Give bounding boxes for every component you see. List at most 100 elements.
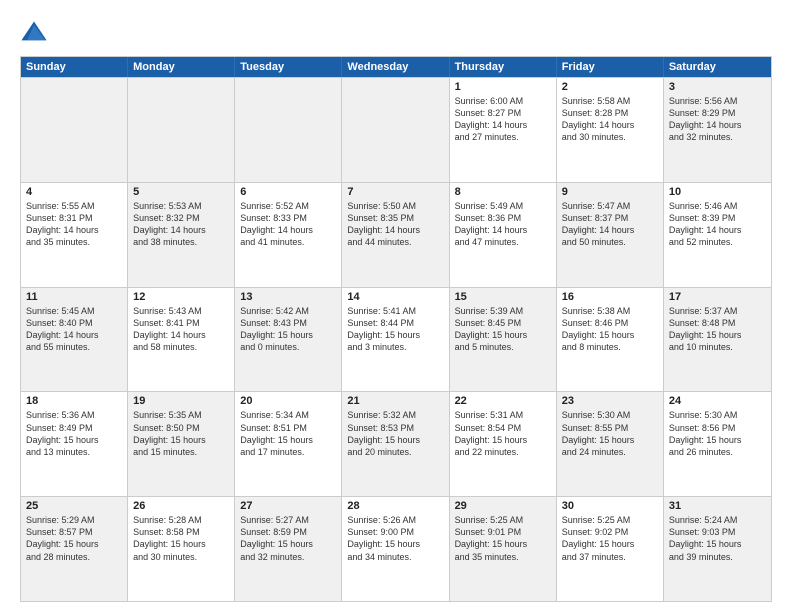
- day-number: 29: [455, 500, 551, 512]
- day-cell-30: 30Sunrise: 5:25 AM Sunset: 9:02 PM Dayli…: [557, 497, 664, 601]
- day-info: Sunrise: 5:38 AM Sunset: 8:46 PM Dayligh…: [562, 305, 658, 354]
- day-info: Sunrise: 5:46 AM Sunset: 8:39 PM Dayligh…: [669, 200, 766, 249]
- empty-cell: [235, 78, 342, 182]
- day-number: 21: [347, 395, 443, 407]
- day-cell-8: 8 Sunrise: 5:49 AM Sunset: 8:36 PM Daylig…: [450, 183, 557, 287]
- day-number: 18: [26, 395, 122, 407]
- day-info: Sunrise: 5:49 AM Sunset: 8:36 PM Dayligh…: [455, 200, 551, 249]
- day-number: 31: [669, 500, 766, 512]
- day-info: Sunrise: 5:45 AM Sunset: 8:40 PM Dayligh…: [26, 305, 122, 354]
- day-cell-22: 22 Sunrise: 5:31 AM Sunset: 8:54 PM Dayli…: [450, 392, 557, 496]
- day-number: 5: [133, 186, 229, 198]
- day-cell-25: 25Sunrise: 5:29 AM Sunset: 8:57 PM Dayli…: [21, 497, 128, 601]
- day-info: Sunrise: 5:29 AM Sunset: 8:57 PM Dayligh…: [26, 514, 122, 563]
- day-cell-23: 23Sunrise: 5:30 AM Sunset: 8:55 PM Dayli…: [557, 392, 664, 496]
- day-cell-24: 24 Sunrise: 5:30 AM Sunset: 8:56 PM Dayli…: [664, 392, 771, 496]
- day-number: 13: [240, 291, 336, 303]
- day-cell-4: 4Sunrise: 5:55 AM Sunset: 8:31 PM Daylig…: [21, 183, 128, 287]
- header-day-friday: Friday: [557, 57, 664, 77]
- day-cell-21: 21 Sunrise: 5:32 AM Sunset: 8:53 PM Dayli…: [342, 392, 449, 496]
- day-info: Sunrise: 5:26 AM Sunset: 9:00 PM Dayligh…: [347, 514, 443, 563]
- day-number: 10: [669, 186, 766, 198]
- day-info: Sunrise: 5:53 AM Sunset: 8:32 PM Dayligh…: [133, 200, 229, 249]
- day-info: Sunrise: 5:28 AM Sunset: 8:58 PM Dayligh…: [133, 514, 229, 563]
- day-cell-14: 14 Sunrise: 5:41 AM Sunset: 8:44 PM Dayli…: [342, 288, 449, 392]
- week-1: 1 Sunrise: 6:00 AM Sunset: 8:27 PM Daylig…: [21, 77, 771, 182]
- day-info: Sunrise: 5:25 AM Sunset: 9:02 PM Dayligh…: [562, 514, 658, 563]
- calendar-header: SundayMondayTuesdayWednesdayThursdayFrid…: [21, 57, 771, 77]
- day-number: 11: [26, 291, 122, 303]
- day-info: Sunrise: 5:35 AM Sunset: 8:50 PM Dayligh…: [133, 409, 229, 458]
- day-number: 9: [562, 186, 658, 198]
- day-info: Sunrise: 5:42 AM Sunset: 8:43 PM Dayligh…: [240, 305, 336, 354]
- day-number: 24: [669, 395, 766, 407]
- day-cell-1: 1 Sunrise: 6:00 AM Sunset: 8:27 PM Daylig…: [450, 78, 557, 182]
- day-number: 15: [455, 291, 551, 303]
- day-info: Sunrise: 5:30 AM Sunset: 8:56 PM Dayligh…: [669, 409, 766, 458]
- empty-cell: [128, 78, 235, 182]
- header-day-sunday: Sunday: [21, 57, 128, 77]
- week-5: 25Sunrise: 5:29 AM Sunset: 8:57 PM Dayli…: [21, 496, 771, 601]
- day-cell-6: 6Sunrise: 5:52 AM Sunset: 8:33 PM Daylig…: [235, 183, 342, 287]
- day-info: Sunrise: 5:41 AM Sunset: 8:44 PM Dayligh…: [347, 305, 443, 354]
- day-info: Sunrise: 5:43 AM Sunset: 8:41 PM Dayligh…: [133, 305, 229, 354]
- day-number: 19: [133, 395, 229, 407]
- day-info: Sunrise: 5:36 AM Sunset: 8:49 PM Dayligh…: [26, 409, 122, 458]
- day-info: Sunrise: 5:31 AM Sunset: 8:54 PM Dayligh…: [455, 409, 551, 458]
- day-info: Sunrise: 5:34 AM Sunset: 8:51 PM Dayligh…: [240, 409, 336, 458]
- day-cell-17: 17 Sunrise: 5:37 AM Sunset: 8:48 PM Dayli…: [664, 288, 771, 392]
- day-cell-12: 12 Sunrise: 5:43 AM Sunset: 8:41 PM Dayli…: [128, 288, 235, 392]
- day-cell-3: 3Sunrise: 5:56 AM Sunset: 8:29 PM Daylig…: [664, 78, 771, 182]
- empty-cell: [21, 78, 128, 182]
- day-number: 17: [669, 291, 766, 303]
- day-cell-2: 2Sunrise: 5:58 AM Sunset: 8:28 PM Daylig…: [557, 78, 664, 182]
- day-cell-16: 16Sunrise: 5:38 AM Sunset: 8:46 PM Dayli…: [557, 288, 664, 392]
- day-info: Sunrise: 5:32 AM Sunset: 8:53 PM Dayligh…: [347, 409, 443, 458]
- day-info: Sunrise: 5:39 AM Sunset: 8:45 PM Dayligh…: [455, 305, 551, 354]
- day-number: 1: [455, 81, 551, 93]
- calendar: SundayMondayTuesdayWednesdayThursdayFrid…: [20, 56, 772, 602]
- page: SundayMondayTuesdayWednesdayThursdayFrid…: [0, 0, 792, 612]
- day-info: Sunrise: 5:27 AM Sunset: 8:59 PM Dayligh…: [240, 514, 336, 563]
- day-info: Sunrise: 5:24 AM Sunset: 9:03 PM Dayligh…: [669, 514, 766, 563]
- day-info: Sunrise: 5:30 AM Sunset: 8:55 PM Dayligh…: [562, 409, 658, 458]
- week-3: 11 Sunrise: 5:45 AM Sunset: 8:40 PM Dayli…: [21, 287, 771, 392]
- day-info: Sunrise: 6:00 AM Sunset: 8:27 PM Dayligh…: [455, 95, 551, 144]
- day-info: Sunrise: 5:37 AM Sunset: 8:48 PM Dayligh…: [669, 305, 766, 354]
- day-info: Sunrise: 5:52 AM Sunset: 8:33 PM Dayligh…: [240, 200, 336, 249]
- day-cell-26: 26 Sunrise: 5:28 AM Sunset: 8:58 PM Dayli…: [128, 497, 235, 601]
- day-number: 28: [347, 500, 443, 512]
- header-day-tuesday: Tuesday: [235, 57, 342, 77]
- day-number: 14: [347, 291, 443, 303]
- week-4: 18 Sunrise: 5:36 AM Sunset: 8:49 PM Dayli…: [21, 391, 771, 496]
- day-number: 22: [455, 395, 551, 407]
- day-number: 12: [133, 291, 229, 303]
- day-number: 4: [26, 186, 122, 198]
- logo: [20, 18, 52, 46]
- day-cell-7: 7 Sunrise: 5:50 AM Sunset: 8:35 PM Daylig…: [342, 183, 449, 287]
- header-day-monday: Monday: [128, 57, 235, 77]
- day-number: 8: [455, 186, 551, 198]
- day-cell-31: 31 Sunrise: 5:24 AM Sunset: 9:03 PM Dayli…: [664, 497, 771, 601]
- day-cell-20: 20Sunrise: 5:34 AM Sunset: 8:51 PM Dayli…: [235, 392, 342, 496]
- day-number: 27: [240, 500, 336, 512]
- day-cell-15: 15 Sunrise: 5:39 AM Sunset: 8:45 PM Dayli…: [450, 288, 557, 392]
- week-2: 4Sunrise: 5:55 AM Sunset: 8:31 PM Daylig…: [21, 182, 771, 287]
- header-day-thursday: Thursday: [450, 57, 557, 77]
- header-day-wednesday: Wednesday: [342, 57, 449, 77]
- header-day-saturday: Saturday: [664, 57, 771, 77]
- calendar-body: 1 Sunrise: 6:00 AM Sunset: 8:27 PM Daylig…: [21, 77, 771, 601]
- day-cell-11: 11 Sunrise: 5:45 AM Sunset: 8:40 PM Dayli…: [21, 288, 128, 392]
- day-info: Sunrise: 5:50 AM Sunset: 8:35 PM Dayligh…: [347, 200, 443, 249]
- day-number: 7: [347, 186, 443, 198]
- day-number: 3: [669, 81, 766, 93]
- day-cell-18: 18 Sunrise: 5:36 AM Sunset: 8:49 PM Dayli…: [21, 392, 128, 496]
- header: [20, 18, 772, 46]
- day-number: 26: [133, 500, 229, 512]
- day-cell-29: 29Sunrise: 5:25 AM Sunset: 9:01 PM Dayli…: [450, 497, 557, 601]
- empty-cell: [342, 78, 449, 182]
- day-cell-13: 13 Sunrise: 5:42 AM Sunset: 8:43 PM Dayli…: [235, 288, 342, 392]
- day-info: Sunrise: 5:58 AM Sunset: 8:28 PM Dayligh…: [562, 95, 658, 144]
- day-cell-10: 10 Sunrise: 5:46 AM Sunset: 8:39 PM Dayli…: [664, 183, 771, 287]
- day-cell-27: 27 Sunrise: 5:27 AM Sunset: 8:59 PM Dayli…: [235, 497, 342, 601]
